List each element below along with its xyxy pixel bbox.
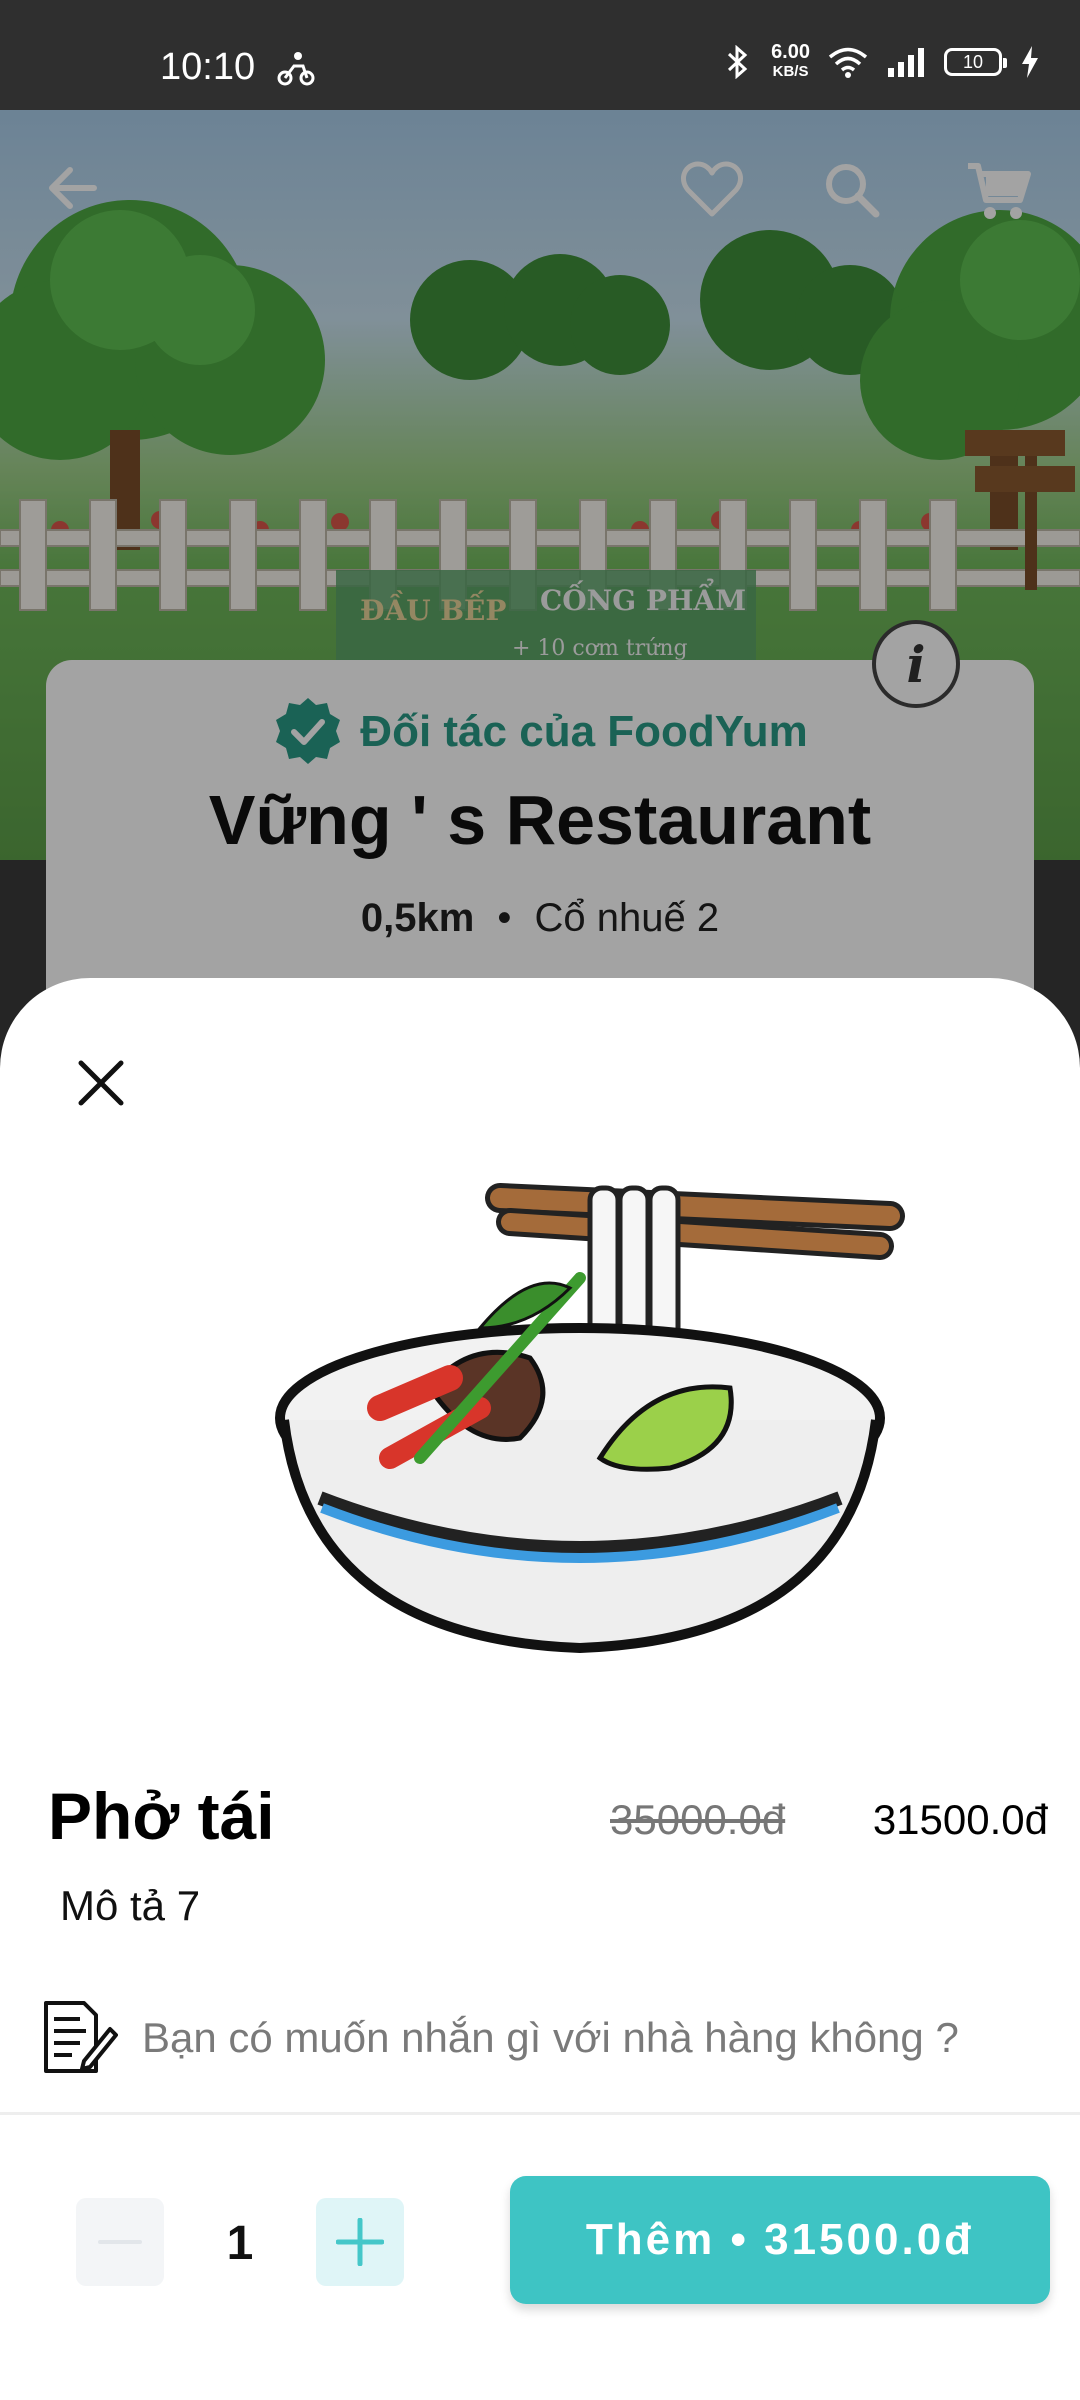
dish-detail-sheet: Phở tái 35000.0đ 31500.0đ Mô tả 7 1 Thêm…	[0, 978, 1080, 2400]
add-to-cart-button[interactable]: Thêm • 31500.0đ	[510, 2176, 1050, 2304]
status-icons: 6.00 KB/S 10	[723, 42, 1040, 82]
increase-quantity-button[interactable]	[316, 2198, 404, 2286]
delivery-bike-icon	[277, 52, 315, 86]
discounted-price: 31500.0đ	[872, 1796, 1048, 1843]
dish-description: Mô tả 7	[60, 1882, 201, 1929]
charging-icon	[1022, 46, 1038, 78]
network-speed-unit: KB/S	[772, 63, 809, 80]
close-icon	[78, 1060, 124, 1106]
decrease-quantity-button[interactable]	[76, 2198, 164, 2286]
minus-icon	[98, 2240, 142, 2244]
dish-image	[275, 1183, 905, 1654]
note-row	[40, 1998, 1040, 2078]
bluetooth-icon	[728, 45, 748, 79]
divider	[0, 2112, 1080, 2115]
wifi-icon	[828, 47, 868, 78]
quantity-value: 1	[226, 2217, 254, 2270]
signal-icon	[888, 48, 924, 77]
status-time: 10:10	[160, 46, 256, 88]
status-bar: 10:10 6.00 KB/S 10	[0, 0, 1080, 110]
original-price: 35000.0đ	[610, 1796, 786, 1843]
plus-icon	[336, 2218, 384, 2266]
note-input[interactable]	[142, 2014, 1022, 2062]
close-button[interactable]	[66, 1048, 136, 1118]
dish-name: Phở tái	[48, 1779, 275, 1853]
network-speed: 6.00 KB/S	[771, 42, 810, 82]
network-speed-value: 6.00	[771, 41, 810, 63]
note-edit-icon	[44, 2001, 118, 2073]
battery-indicator: 10	[944, 48, 1007, 76]
